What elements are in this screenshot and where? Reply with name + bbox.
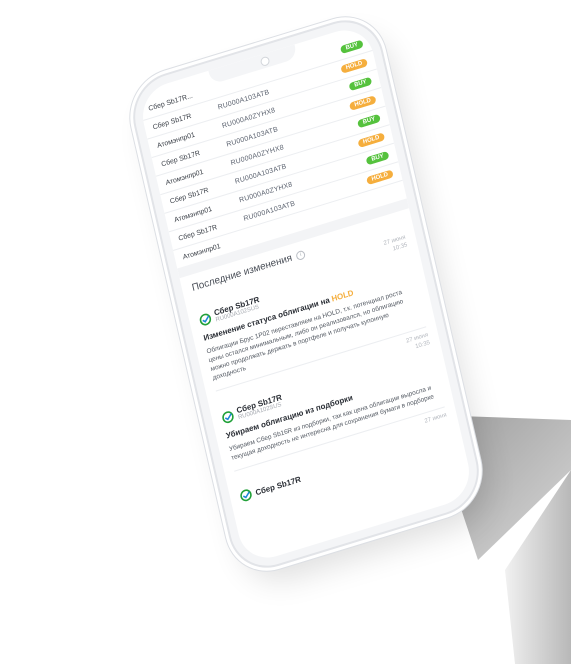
status-badge: BUY — [340, 39, 364, 54]
status-badge: HOLD — [340, 58, 369, 74]
sber-logo-icon — [222, 410, 234, 423]
status-badge: HOLD — [357, 132, 386, 149]
status-badge: HOLD — [366, 169, 394, 186]
sber-logo-icon — [240, 489, 252, 502]
status-badge: BUY — [348, 76, 373, 92]
sber-logo-icon — [199, 313, 212, 325]
status-badge: HOLD — [348, 95, 377, 111]
status-badge: BUY — [357, 113, 381, 129]
status-badge: BUY — [365, 150, 390, 166]
status-text: HOLD — [330, 288, 355, 304]
change-date: 27 июня — [424, 412, 448, 425]
